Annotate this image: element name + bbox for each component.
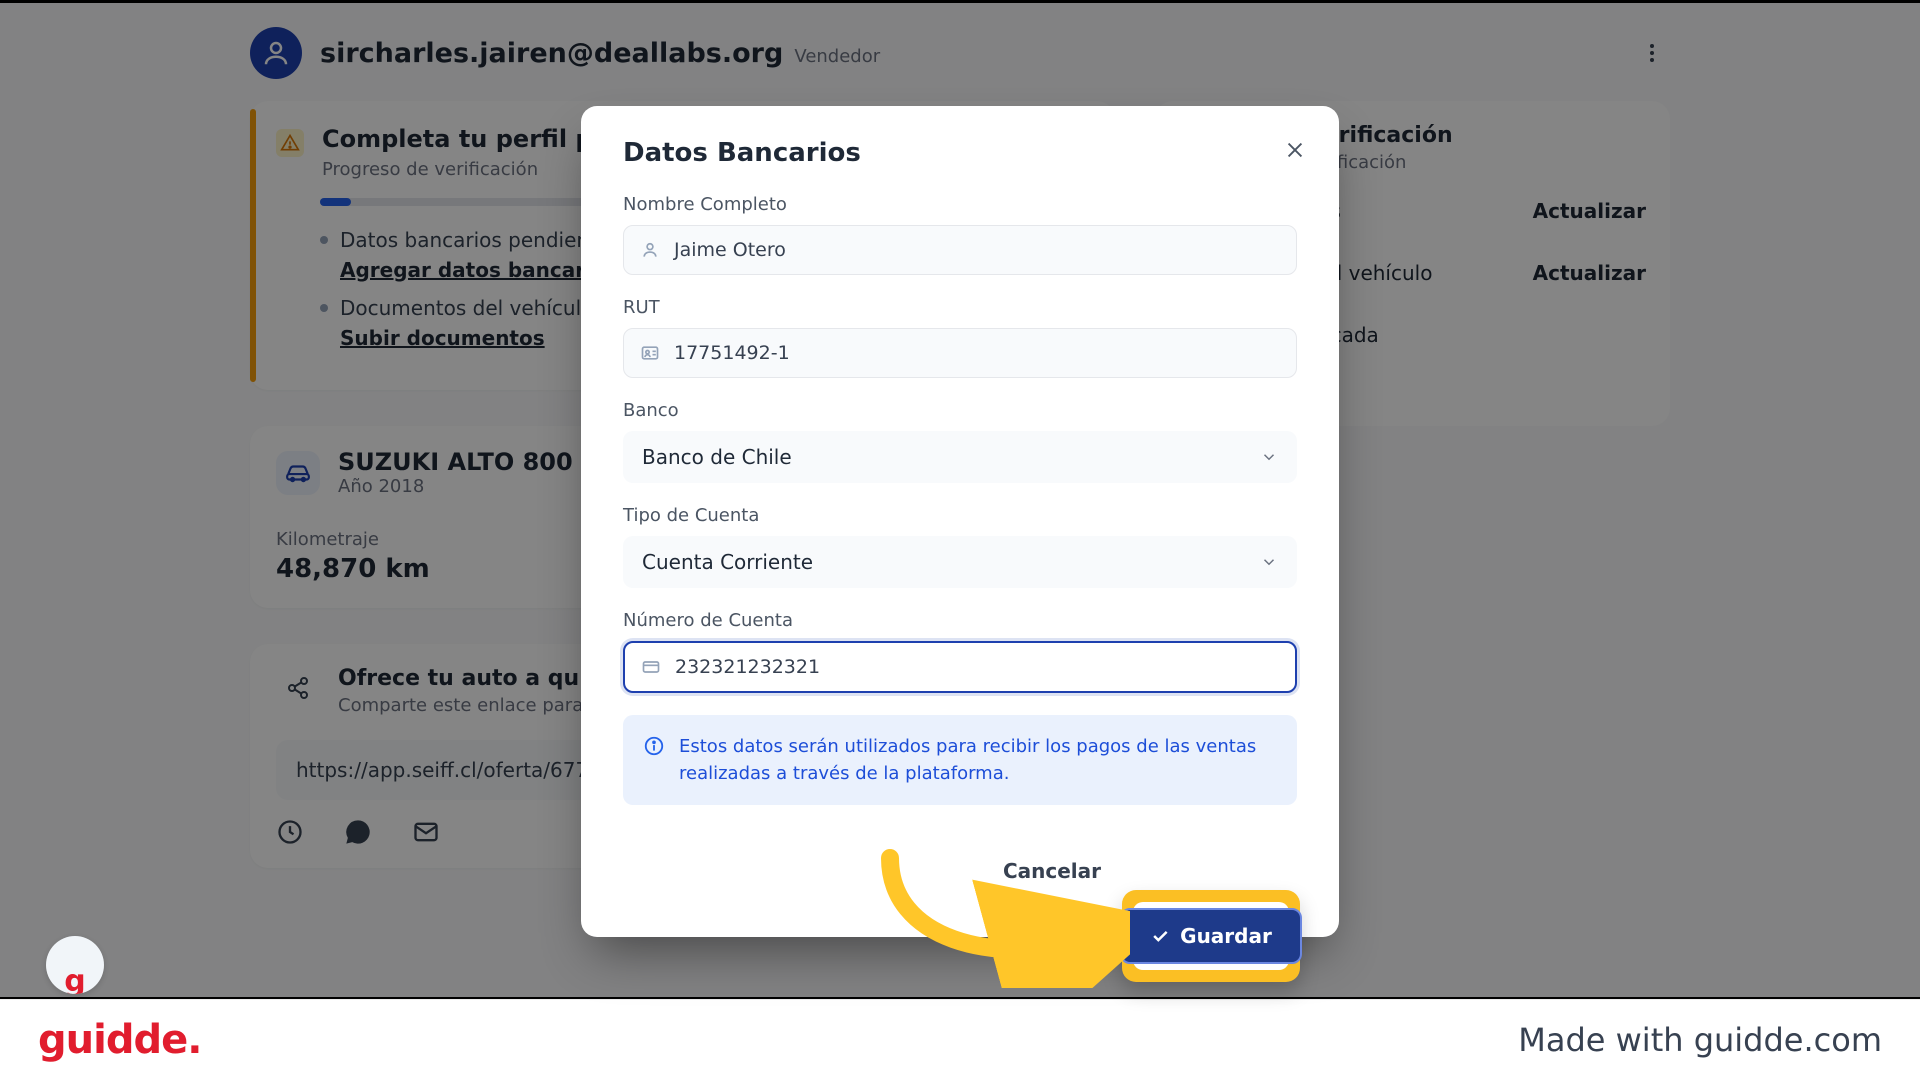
name-label: Nombre Completo <box>623 194 1297 215</box>
bank-data-modal: Datos Bancarios Nombre Completo Jaime Ot… <box>581 106 1339 937</box>
modal-info-box: Estos datos serán utilizados para recibi… <box>623 715 1297 805</box>
clock-icon[interactable] <box>276 818 304 846</box>
user-icon <box>261 38 291 68</box>
account-number-label: Número de Cuenta <box>623 610 1297 631</box>
credit-card-icon <box>641 657 661 677</box>
rut-input-value: 17751492-1 <box>674 342 790 364</box>
account-number-value: 232321232321 <box>675 656 820 678</box>
tutorial-arrow-icon <box>870 848 1130 988</box>
guidde-logo: guidde. <box>38 1017 201 1063</box>
check-icon <box>1150 926 1170 946</box>
user-role: Vendedor <box>794 46 880 67</box>
dots-vertical-icon <box>1640 41 1664 65</box>
page-header: sircharles.jairen@deallabs.org Vendedor <box>250 21 1670 101</box>
more-menu-button[interactable] <box>1634 35 1670 71</box>
user-email: sircharles.jairen@deallabs.org <box>320 38 783 69</box>
close-icon <box>1284 139 1306 161</box>
footer-bar: guidde. Made with guidde.com <box>0 999 1920 1080</box>
name-input-value: Jaime Otero <box>674 239 786 261</box>
guidde-record-badge[interactable]: g <box>46 936 104 994</box>
name-input[interactable]: Jaime Otero <box>623 225 1297 275</box>
modal-info-text: Estos datos serán utilizados para recibi… <box>679 733 1277 787</box>
user-icon <box>640 240 660 260</box>
id-card-icon <box>640 343 660 363</box>
car-icon <box>276 451 320 495</box>
warning-icon <box>276 129 304 157</box>
save-button[interactable]: Guardar <box>1120 908 1302 964</box>
highlight-save-area: Guardar <box>1122 890 1300 982</box>
modal-title: Datos Bancarios <box>623 138 1297 168</box>
mail-icon[interactable] <box>412 818 440 846</box>
rut-input[interactable]: 17751492-1 <box>623 328 1297 378</box>
close-button[interactable] <box>1279 134 1311 166</box>
chevron-down-icon <box>1260 553 1278 571</box>
account-type-select[interactable]: Cuenta Corriente <box>623 536 1297 588</box>
avatar[interactable] <box>250 27 302 79</box>
account-type-value: Cuenta Corriente <box>642 550 813 574</box>
info-icon <box>643 735 665 757</box>
alert-accent-bar <box>250 109 256 382</box>
chevron-down-icon <box>1260 448 1278 466</box>
bank-label: Banco <box>623 400 1297 421</box>
bank-select[interactable]: Banco de Chile <box>623 431 1297 483</box>
update-docs-button[interactable]: Actualizar <box>1533 261 1646 285</box>
whatsapp-icon[interactable] <box>344 818 372 846</box>
rut-label: RUT <box>623 297 1297 318</box>
bank-select-value: Banco de Chile <box>642 445 792 469</box>
update-bank-button[interactable]: Actualizar <box>1533 199 1646 223</box>
share-icon <box>276 666 320 710</box>
account-type-label: Tipo de Cuenta <box>623 505 1297 526</box>
account-number-input[interactable]: 232321232321 <box>623 641 1297 693</box>
made-with-text: Made with guidde.com <box>1518 1021 1882 1059</box>
save-button-label: Guardar <box>1180 924 1272 948</box>
